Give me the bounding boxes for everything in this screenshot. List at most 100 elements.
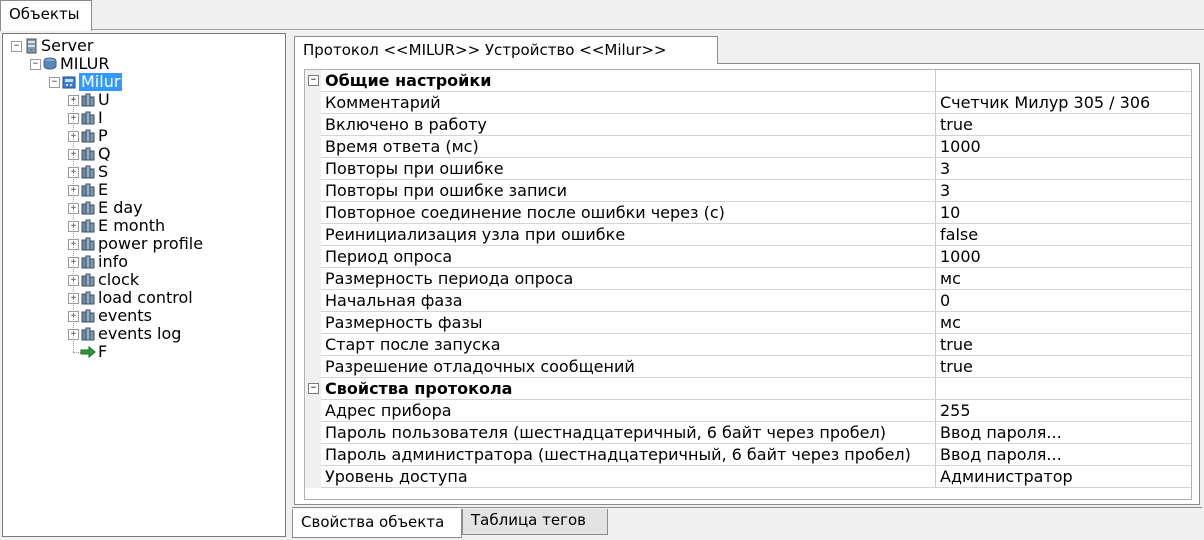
property-row[interactable]: Размерность периода опроса мс	[305, 268, 1191, 290]
property-category-row[interactable]: − Свойства протокола	[305, 378, 1191, 400]
server-icon	[23, 38, 39, 54]
property-value[interactable]: 1000	[936, 246, 1191, 267]
property-name: Размерность периода опроса	[321, 268, 936, 289]
property-row[interactable]: Разрешение отладочных сообщений true	[305, 356, 1191, 378]
tree-node[interactable]: + U	[3, 91, 283, 109]
tree-node[interactable]: + power profile	[3, 235, 283, 253]
tab-objects[interactable]: Объекты	[0, 0, 92, 31]
row-gutter	[305, 444, 321, 466]
tree-node[interactable]: − Server	[3, 37, 283, 55]
property-row[interactable]: Пароль администратора (шестнадцатеричный…	[305, 444, 1191, 466]
row-gutter	[305, 422, 321, 444]
tree-node[interactable]: + I	[3, 109, 283, 127]
property-value[interactable]: false	[936, 224, 1191, 245]
property-value	[936, 378, 1191, 399]
property-value[interactable]: true	[936, 334, 1191, 355]
property-value[interactable]: Ввод пароля...	[936, 444, 1191, 465]
property-value[interactable]: Ввод пароля...	[936, 422, 1191, 443]
group-icon	[80, 146, 96, 162]
property-row[interactable]: Комментарий Счетчик Милур 305 / 306	[305, 92, 1191, 114]
tab-protocol-device[interactable]: Протокол <<MILUR>> Устройство <<Milur>>	[294, 36, 718, 64]
property-value	[936, 70, 1191, 91]
property-value[interactable]: 1000	[936, 136, 1191, 157]
tree-node[interactable]: − MILUR	[3, 55, 283, 73]
top-tab-strip	[0, 0, 1204, 30]
tree-node-label: E day	[98, 198, 143, 217]
property-value[interactable]: мс	[936, 312, 1191, 333]
property-name: Включено в работу	[321, 114, 936, 135]
tree-node[interactable]: + S	[3, 163, 283, 181]
row-gutter	[305, 268, 321, 290]
collapse-icon[interactable]: −	[308, 383, 319, 394]
property-value[interactable]: 3	[936, 180, 1191, 201]
property-value[interactable]: 10	[936, 202, 1191, 223]
property-row[interactable]: Старт после запуска true	[305, 334, 1191, 356]
arrow-tag-icon	[80, 344, 96, 360]
tree-node-label: I	[98, 108, 103, 127]
tree-node-label: S	[98, 162, 109, 181]
tree-node[interactable]: + events log	[3, 325, 283, 343]
property-row[interactable]: Пароль пользователя (шестнадцатеричный, …	[305, 422, 1191, 444]
property-row[interactable]: Размерность фазы мс	[305, 312, 1191, 334]
property-value[interactable]: 255	[936, 400, 1191, 421]
property-row[interactable]: Повторы при ошибке записи 3	[305, 180, 1191, 202]
property-name: Время ответа (мс)	[321, 136, 936, 157]
property-name: Начальная фаза	[321, 290, 936, 311]
property-name: Повторное соединение после ошибки через …	[321, 202, 936, 223]
tree-node[interactable]: − Milur	[3, 73, 283, 91]
tree-node[interactable]: + E day	[3, 199, 283, 217]
collapse-icon[interactable]: −	[308, 75, 319, 86]
tree-node[interactable]: F	[3, 343, 283, 361]
row-gutter	[305, 246, 321, 268]
property-value[interactable]: true	[936, 356, 1191, 377]
property-value[interactable]: true	[936, 114, 1191, 135]
property-row[interactable]: Начальная фаза 0	[305, 290, 1191, 312]
property-row[interactable]: Адрес прибора 255	[305, 400, 1191, 422]
panel-divider	[292, 507, 1202, 508]
tab-object-properties[interactable]: Свойства объекта	[292, 509, 462, 538]
object-tree[interactable]: − Server − MILUR − Milur + U + I + P + Q + S + E + E day + E …	[2, 33, 286, 537]
row-gutter	[305, 158, 321, 180]
device-icon	[61, 74, 77, 90]
property-name: Пароль администратора (шестнадцатеричный…	[321, 444, 936, 465]
property-row[interactable]: Период опроса 1000	[305, 246, 1191, 268]
group-icon	[80, 308, 96, 324]
tree-node[interactable]: + E month	[3, 217, 283, 235]
tree-node-label: P	[98, 126, 108, 145]
tree-node[interactable]: + load control	[3, 289, 283, 307]
group-icon	[80, 236, 96, 252]
property-row[interactable]: Время ответа (мс) 1000	[305, 136, 1191, 158]
property-value[interactable]: 0	[936, 290, 1191, 311]
property-row[interactable]: Уровень доступа Администратор	[305, 466, 1191, 488]
property-grid-frame: − Общие настройки Комментарий Счетчик Милур…	[294, 63, 1200, 505]
row-gutter	[305, 334, 321, 356]
tree-node[interactable]: + events	[3, 307, 283, 325]
collapse-icon[interactable]: −	[30, 59, 41, 70]
property-value[interactable]: Счетчик Милур 305 / 306	[936, 92, 1191, 113]
property-row[interactable]: Включено в работу true	[305, 114, 1191, 136]
tree-node-label: power profile	[98, 234, 204, 253]
property-name: Старт после запуска	[321, 334, 936, 355]
property-row[interactable]: Повторы при ошибке 3	[305, 158, 1191, 180]
property-value[interactable]: Администратор	[936, 466, 1191, 487]
property-grid[interactable]: − Общие настройки Комментарий Счетчик Милур…	[304, 69, 1192, 500]
tree-node[interactable]: + E	[3, 181, 283, 199]
property-value[interactable]: 3	[936, 158, 1191, 179]
group-icon	[80, 272, 96, 288]
group-icon	[80, 92, 96, 108]
property-value[interactable]: мс	[936, 268, 1191, 289]
collapse-icon[interactable]: −	[11, 41, 22, 52]
property-row[interactable]: Реинициализация узла при ошибке false	[305, 224, 1191, 246]
tree-node[interactable]: + Q	[3, 145, 283, 163]
collapse-icon[interactable]: −	[49, 77, 60, 88]
property-name: Комментарий	[321, 92, 936, 113]
tree-node-label: info	[98, 252, 129, 271]
row-gutter	[305, 114, 321, 136]
row-gutter	[305, 356, 321, 378]
tree-node[interactable]: + info	[3, 253, 283, 271]
property-category-row[interactable]: − Общие настройки	[305, 70, 1191, 92]
tab-tag-table[interactable]: Таблица тегов	[462, 509, 608, 535]
tree-node[interactable]: + clock	[3, 271, 283, 289]
tree-node[interactable]: + P	[3, 127, 283, 145]
property-row[interactable]: Повторное соединение после ошибки через …	[305, 202, 1191, 224]
